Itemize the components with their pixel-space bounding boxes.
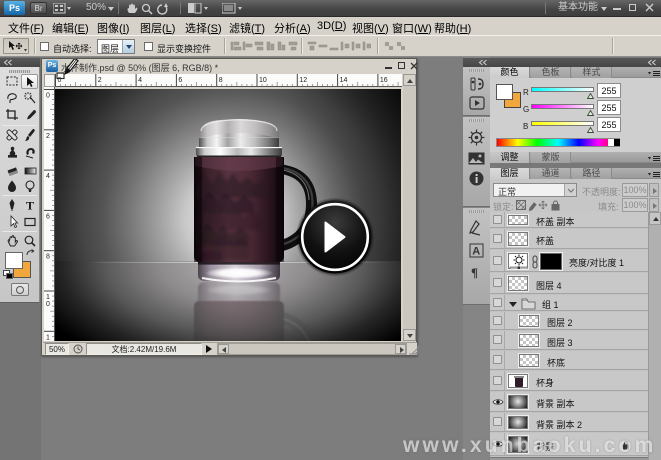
svg-text:10: 10 — [259, 77, 267, 84]
svg-text:2: 2 — [46, 133, 50, 140]
svg-text:16: 16 — [380, 77, 388, 84]
svg-text:0: 0 — [46, 93, 50, 100]
svg-text:4: 4 — [138, 77, 142, 84]
svg-text:1: 1 — [46, 294, 50, 301]
svg-text:14: 14 — [340, 77, 348, 84]
svg-text:T: T — [26, 199, 34, 213]
svg-text:12: 12 — [299, 77, 307, 84]
svg-text:1: 1 — [46, 334, 50, 341]
svg-text:8: 8 — [46, 254, 50, 261]
svg-text:¶: ¶ — [471, 265, 478, 280]
svg-text:8: 8 — [219, 77, 223, 84]
svg-text:4: 4 — [46, 173, 50, 180]
svg-text:0: 0 — [46, 301, 50, 308]
svg-text:A: A — [472, 246, 480, 258]
svg-text:2: 2 — [98, 77, 102, 84]
svg-text:6: 6 — [46, 213, 50, 220]
svg-text:6: 6 — [178, 77, 182, 84]
